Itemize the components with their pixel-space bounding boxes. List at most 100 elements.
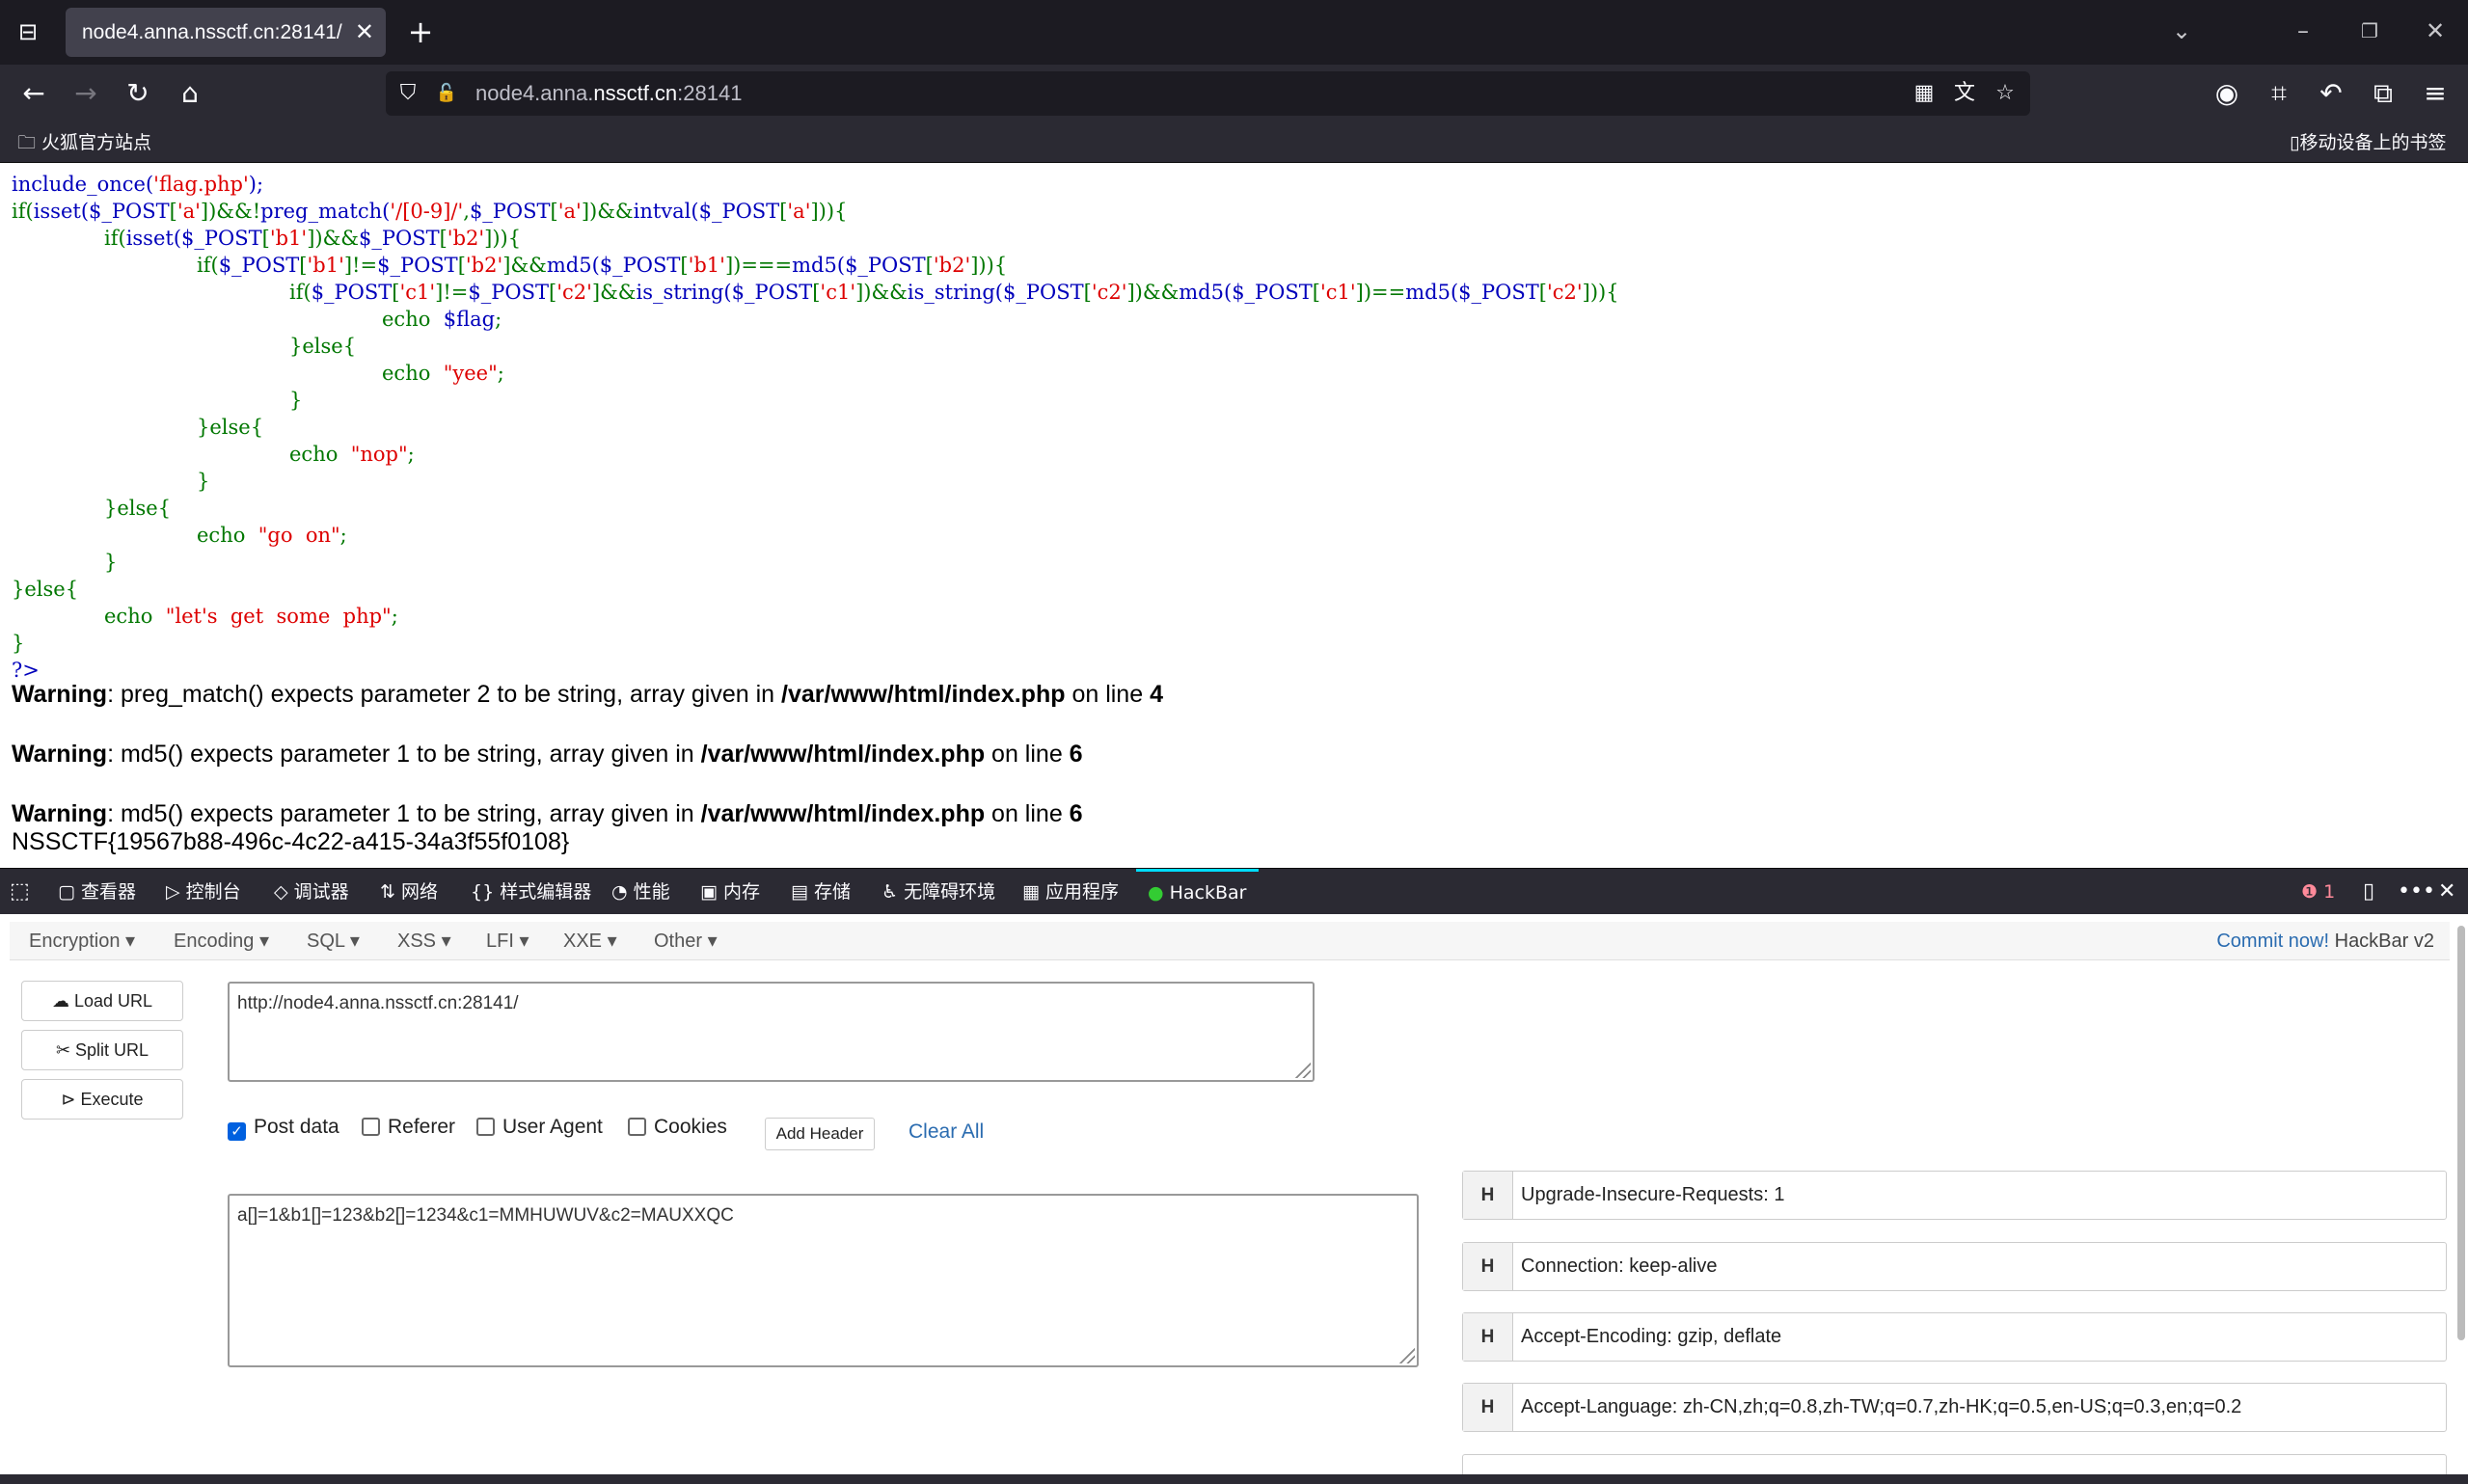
load-url-button[interactable]: ☁ Load URL [21, 981, 183, 1021]
tab-application[interactable]: ▦ 应用程序 [1022, 869, 1119, 915]
devtools-close-icon[interactable]: ✕ [2438, 869, 2455, 915]
shield-icon[interactable]: ⛉ [393, 79, 422, 108]
cookies-checkbox[interactable]: Cookies [628, 1113, 727, 1142]
execute-button[interactable]: ⊳ Execute [21, 1079, 183, 1120]
account-icon[interactable]: ◉ [2209, 75, 2245, 112]
tab-hackbar[interactable]: ● HackBar [1136, 869, 1259, 914]
tab-label: 网络 [400, 881, 438, 903]
tab-performance[interactable]: ◔ 性能 [611, 869, 670, 915]
address-bar[interactable]: ⛉ 🔓 node4.anna.nssctf.cn:28141 ▦ 文 ☆ [386, 71, 2030, 116]
header-value[interactable]: Accept-Language: zh-CN,zh;q=0.8,zh-TW;q=… [1521, 1384, 2241, 1431]
header-toggle[interactable]: H [1463, 1172, 1513, 1219]
header-toggle[interactable]: H [1463, 1313, 1513, 1361]
button-label: Split URL [75, 1040, 149, 1060]
code-token: ])){ [1582, 281, 1619, 304]
menu-sql[interactable]: SQL ▾ [307, 922, 360, 960]
forward-icon[interactable]: → [68, 75, 104, 112]
clear-all-link[interactable]: Clear All [909, 1118, 984, 1147]
menu-encryption[interactable]: Encryption ▾ [29, 922, 135, 960]
tab-memory[interactable]: ▣ 内存 [700, 869, 760, 915]
code-token: 'c2' [1091, 281, 1127, 304]
page-content: include_once('flag.php'); if(isset($_POST… [0, 163, 2468, 868]
checkbox-checked-icon[interactable]: ✓ [228, 1122, 246, 1141]
code-token: '/[0-9]/' [390, 200, 464, 223]
url-textarea[interactable]: http://node4.anna.nssctf.cn:28141/ [228, 982, 1315, 1082]
tab-inspector[interactable]: ▢ 查看器 [58, 869, 136, 915]
browser-tab[interactable]: node4.anna.nssctf.cn:28141/ ✕ [66, 8, 386, 57]
post-data-checkbox[interactable]: ✓ Post data [228, 1113, 339, 1142]
header-row[interactable]: H Accept-Language: zh-CN,zh;q=0.8,zh-TW;q… [1462, 1383, 2447, 1432]
menu-encoding[interactable]: Encoding ▾ [174, 922, 269, 960]
post-data-textarea[interactable]: a[]=1&b1[]=123&b2[]=1234&c1=MMHUWUV&c2=M… [228, 1194, 1419, 1367]
code-token: $_POST [1232, 281, 1313, 304]
qr-code-icon[interactable]: ▦ [1910, 79, 1939, 108]
checkbox-icon[interactable] [476, 1118, 495, 1136]
restore-icon[interactable]: ❐ [2350, 13, 2389, 48]
tab-overflow-icon[interactable]: ⌄ [2162, 13, 2201, 48]
menu-xss[interactable]: XSS ▾ [397, 922, 451, 960]
code-token: 'c1' [399, 281, 436, 304]
error-count[interactable]: ❶ 1 [2301, 869, 2335, 915]
header-row[interactable]: H Accept-Encoding: gzip, deflate [1462, 1312, 2447, 1362]
url-text[interactable]: node4.anna.nssctf.cn:28141 [475, 71, 742, 116]
tab-console[interactable]: ▷ 控制台 [166, 869, 241, 915]
code-token: [ [1312, 281, 1320, 304]
translate-icon[interactable]: 文 [1950, 79, 1979, 108]
hackbar-scrollbar[interactable] [2457, 926, 2465, 1340]
menu-lfi[interactable]: LFI ▾ [486, 922, 529, 960]
header-value[interactable]: Accept-Encoding: gzip, deflate [1521, 1313, 1781, 1361]
code-line: if(isset($_POST['a'])&&!preg_match('/[0-… [12, 198, 1619, 225]
checkbox-icon[interactable] [362, 1118, 380, 1136]
insecure-lock-icon[interactable]: 🔓 [432, 79, 461, 108]
resize-grip[interactable] [1293, 1061, 1311, 1078]
referer-checkbox[interactable]: Referer [362, 1113, 455, 1142]
extensions-icon[interactable]: ⧉ [2365, 75, 2401, 112]
checkbox-icon[interactable] [628, 1118, 646, 1136]
window-close-icon[interactable]: ✕ [2416, 13, 2454, 48]
header-value[interactable]: Connection: keep-alive [1521, 1243, 1717, 1290]
header-row[interactable]: H Upgrade-Insecure-Requests: 1 [1462, 1171, 2447, 1220]
code-token: 'c2' [1546, 281, 1583, 304]
bookmark-star-icon[interactable]: ☆ [1991, 79, 2020, 108]
add-header-button[interactable]: Add Header [765, 1118, 875, 1150]
reload-icon[interactable]: ↻ [120, 75, 156, 112]
mobile-bookmarks[interactable]: ▯移动设备上的书签 [2290, 122, 2446, 163]
undo-icon[interactable]: ↶ [2313, 75, 2349, 112]
code-token: [ [549, 281, 557, 304]
screenshot-icon[interactable]: ⌗ [2261, 75, 2297, 112]
commit-link[interactable]: Commit now! [2216, 931, 2329, 952]
tab-accessibility[interactable]: ♿ 无障碍环境 [881, 869, 995, 915]
code-token: $_POST [377, 254, 458, 277]
menu-label: SQL [307, 931, 345, 952]
code-token: $_POST [1003, 281, 1084, 304]
menu-xxe[interactable]: XXE ▾ [563, 922, 617, 960]
tab-label: 控制台 [185, 881, 241, 903]
minimize-icon[interactable]: – [2284, 13, 2322, 48]
tab-list-icon[interactable]: ⊟ [14, 17, 42, 46]
tab-debugger[interactable]: ◇ 调试器 [274, 869, 349, 915]
header-toggle[interactable]: H [1463, 1243, 1513, 1290]
tab-style-editor[interactable]: {} 样式编辑器 [471, 869, 591, 915]
tab-storage[interactable]: ▤ 存储 [791, 869, 851, 915]
home-icon[interactable]: ⌂ [172, 75, 208, 112]
dock-icon[interactable]: ▯ [2363, 869, 2374, 915]
resize-grip[interactable] [1397, 1346, 1415, 1363]
code-line: echo "nop"; [12, 441, 1619, 468]
back-icon[interactable]: ← [15, 75, 52, 112]
menu-label: XSS [397, 931, 437, 952]
new-tab-icon[interactable]: + [403, 15, 438, 50]
code-token: 'b1' [307, 254, 344, 277]
element-picker-icon[interactable]: ⬚ [10, 869, 30, 915]
user-agent-checkbox[interactable]: User Agent [476, 1113, 603, 1142]
menu-other[interactable]: Other ▾ [654, 922, 718, 960]
header-row[interactable]: H Connection: keep-alive [1462, 1242, 2447, 1291]
header-value[interactable]: Upgrade-Insecure-Requests: 1 [1521, 1172, 1784, 1219]
header-toggle[interactable]: H [1463, 1384, 1513, 1431]
code-token: [ [680, 254, 689, 277]
bookmark-folder[interactable]: 🗀 火狐官方站点 [17, 122, 151, 163]
more-options-icon[interactable]: ••• [2398, 869, 2435, 915]
tab-close-icon[interactable]: ✕ [355, 8, 374, 57]
split-url-button[interactable]: ✂ Split URL [21, 1030, 183, 1070]
menu-icon[interactable]: ≡ [2417, 75, 2454, 112]
tab-network[interactable]: ⇅ 网络 [380, 869, 438, 915]
